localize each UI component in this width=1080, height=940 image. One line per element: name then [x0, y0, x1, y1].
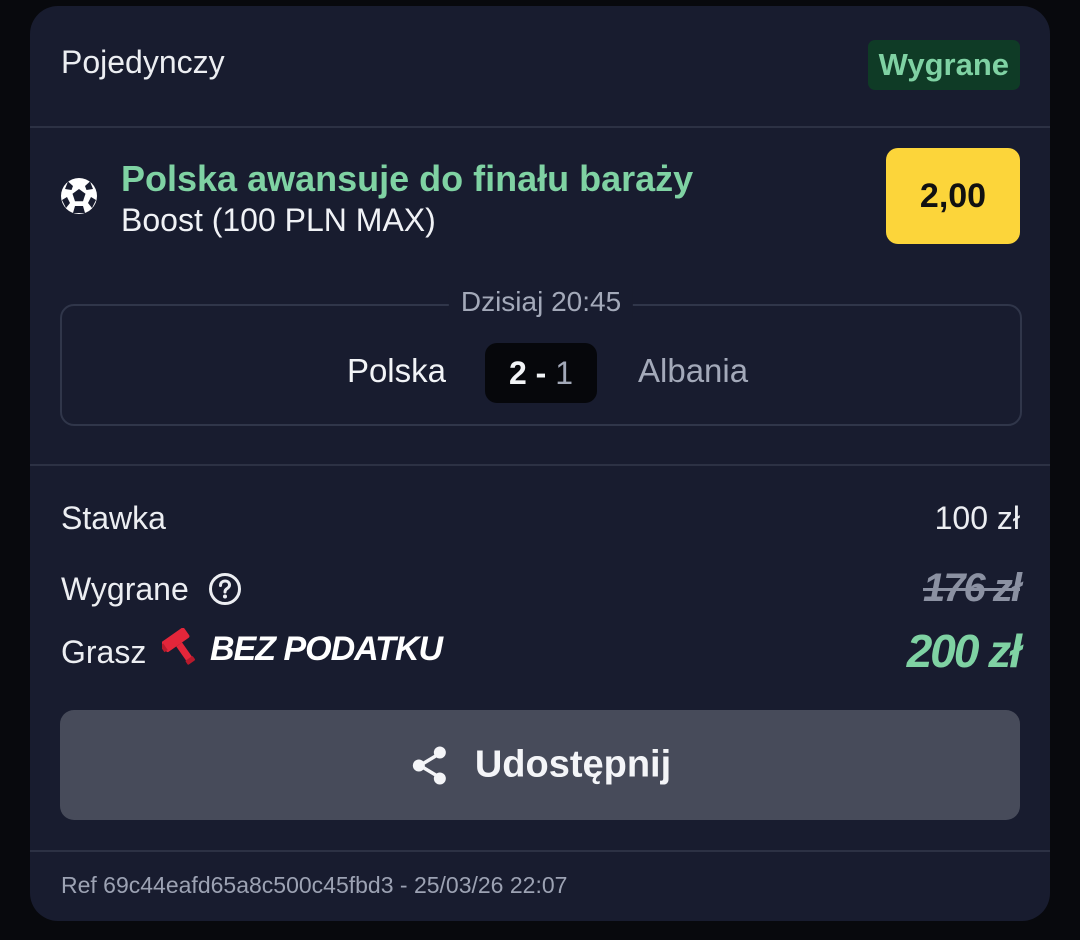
share-icon [412, 746, 446, 784]
tax-free-brand: BEZ PODATKU [210, 630, 443, 668]
stake-label: Stawka [61, 500, 166, 536]
selection-market: Boost (100 PLN MAX) [121, 202, 436, 238]
winnings-label: Wygrane [61, 571, 189, 607]
match-time: Dzisiaj 20:45 [448, 286, 634, 318]
home-team: Polska [346, 352, 446, 389]
share-button-content: Udostępnij [409, 744, 671, 787]
hammer-icon [162, 628, 196, 665]
score-away: 1 [555, 355, 574, 391]
question-circle-icon[interactable] [208, 572, 242, 606]
soccer-ball-icon [61, 178, 97, 214]
bet-slip-card: Pojedynczy Wygrane Polska awansuje do fi… [30, 6, 1050, 921]
odds-badge[interactable]: 2,00 [886, 148, 1020, 244]
tax-free-label: Grasz [61, 634, 147, 670]
score-home: 2 [508, 355, 527, 391]
away-team: Albania [638, 352, 749, 389]
bet-reference: Ref 69c44eafd65a8c500c45fbd3 - 25/03/26 … [61, 872, 568, 898]
stake-value: 100 zł [934, 500, 1020, 536]
divider [30, 126, 1050, 128]
score-separator: - [535, 355, 547, 391]
winnings-original: 176 zł [923, 566, 1022, 610]
selection-title: Polska awansuje do finału baraży [121, 158, 694, 199]
winnings-row: Wygrane [61, 571, 242, 608]
score-box: 2 - 1 [485, 343, 597, 403]
match-info-box: Dzisiaj 20:45 Polska 2 - 1 Albania [60, 286, 1022, 426]
share-button[interactable]: Udostępnij [60, 710, 1020, 820]
divider [30, 464, 1050, 466]
share-label: Udostępnij [474, 743, 672, 786]
bet-type-title: Pojedynczy [61, 44, 225, 80]
status-badge: Wygrane [867, 40, 1020, 90]
divider [30, 850, 1050, 852]
winnings-final: 200 zł [906, 625, 1022, 677]
